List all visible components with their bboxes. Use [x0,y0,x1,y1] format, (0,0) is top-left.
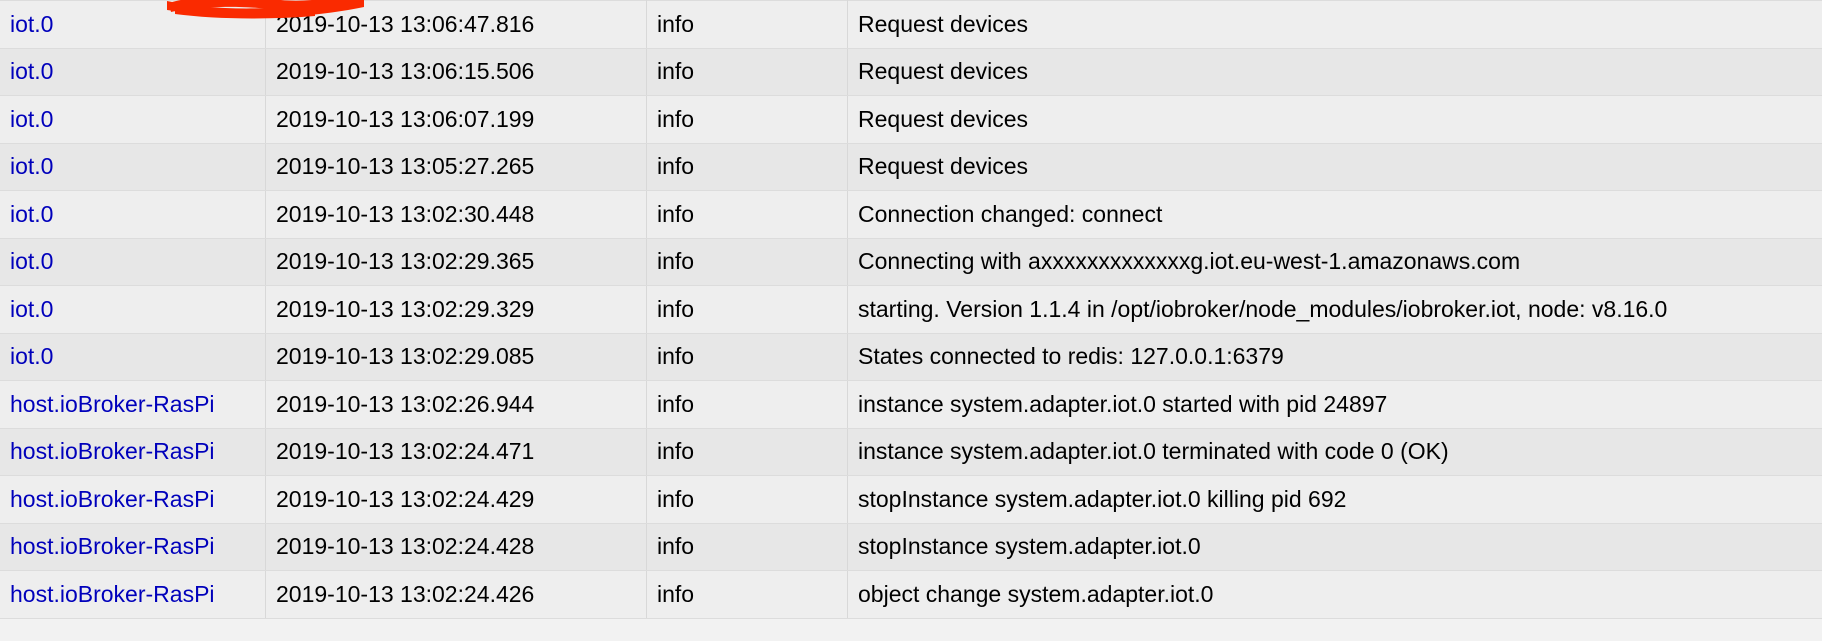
log-source-link[interactable]: iot.0 [10,58,53,84]
table-row[interactable]: iot.0 2019-10-13 13:02:30.448info Connecti… [0,191,1822,239]
log-source-cell: iot.0 [0,286,266,334]
log-source-link[interactable]: host.ioBroker-RasPi [10,533,215,559]
log-message-cell: Request devices [848,48,1822,96]
log-severity-cell: info [647,286,848,334]
log-timestamp-cell: 2019-10-13 13:02:26.944 [266,381,647,429]
log-message-text: instance system.adapter.iot.0 terminated… [858,439,1449,464]
log-message-text: instance system.adapter.iot.0 started wi… [858,392,1387,417]
log-severity-cell: info [647,238,848,286]
table-row[interactable]: host.ioBroker-RasPi 2019-10-13 13:02:24.4… [0,428,1822,476]
log-message-cell: States connected to redis: 127.0.0.1:637… [848,333,1822,381]
log-source-link[interactable]: iot.0 [10,201,53,227]
log-source-link[interactable]: iot.0 [10,11,53,37]
log-severity-cell: info [647,191,848,239]
log-source-cell: iot.0 [0,333,266,381]
log-source-link[interactable]: host.ioBroker-RasPi [10,581,215,607]
log-message-text: Request devices [858,59,1028,84]
log-source-link[interactable]: iot.0 [10,296,53,322]
log-message-cell: Connecting with axxxxxxxxxxxxxg.iot.eu-w… [848,238,1822,286]
log-source-cell: iot.0 [0,48,266,96]
log-message-cell: stopInstance system.adapter.iot.0 killin… [848,476,1822,524]
log-severity-cell: info [647,476,848,524]
log-severity-cell: info [647,523,848,571]
log-table: iot.02019-10-13 13:06:47.816infoRequest … [0,0,1822,619]
log-message-text: stopInstance system.adapter.iot.0 [858,534,1201,559]
log-message-text: object change system.adapter.iot.0 [858,582,1213,607]
log-source-link[interactable]: host.ioBroker-RasPi [10,486,215,512]
log-table-body: iot.02019-10-13 13:06:47.816infoRequest … [0,1,1822,619]
log-message-text: Request devices [858,154,1028,179]
log-source-cell: iot.0 [0,1,266,49]
log-source-link[interactable]: host.ioBroker-RasPi [10,391,215,417]
log-message-text: Connecting with axxxxxxxxxxxxxg.iot.eu-w… [858,249,1520,274]
log-message-text: Request devices [858,12,1028,37]
log-message-cell: stopInstance system.adapter.iot.0 [848,523,1822,571]
log-message-text: States connected to redis: 127.0.0.1:637… [858,344,1284,369]
table-row[interactable]: iot.0 2019-10-13 13:06:07.199info Request … [0,96,1822,144]
log-message-cell: Request devices [848,1,1822,49]
log-message-text: Connection changed: connect [858,202,1162,227]
log-timestamp-cell: 2019-10-13 13:02:24.426 [266,571,647,619]
log-message-cell: instance system.adapter.iot.0 started wi… [848,381,1822,429]
log-timestamp-cell: 2019-10-13 13:06:47.816 [266,1,647,49]
table-row[interactable]: iot.0 2019-10-13 13:05:27.265info Request … [0,143,1822,191]
log-source-link[interactable]: iot.0 [10,153,53,179]
table-row[interactable]: host.ioBroker-RasPi 2019-10-13 13:02:26.9… [0,381,1822,429]
log-source-cell: host.ioBroker-RasPi [0,381,266,429]
log-severity-cell: info [647,96,848,144]
log-message-text: stopInstance system.adapter.iot.0 killin… [858,487,1346,512]
table-row[interactable]: iot.0 2019-10-13 13:02:29.365info Connecti… [0,238,1822,286]
log-source-cell: iot.0 [0,143,266,191]
log-severity-cell: info [647,428,848,476]
log-message-cell: starting. Version 1.1.4 in /opt/iobroker… [848,286,1822,334]
log-source-cell: iot.0 [0,238,266,286]
log-severity-cell: info [647,1,848,49]
log-severity-cell: info [647,48,848,96]
log-message-cell: instance system.adapter.iot.0 terminated… [848,428,1822,476]
log-source-cell: iot.0 [0,96,266,144]
log-message-cell: object change system.adapter.iot.0 [848,571,1822,619]
log-source-link[interactable]: iot.0 [10,343,53,369]
log-message-text: Request devices [858,107,1028,132]
log-source-link[interactable]: host.ioBroker-RasPi [10,438,215,464]
log-timestamp-cell: 2019-10-13 13:02:29.329 [266,286,647,334]
log-severity-cell: info [647,143,848,191]
log-severity-cell: info [647,571,848,619]
log-timestamp-cell: 2019-10-13 13:02:24.428 [266,523,647,571]
table-row[interactable]: host.ioBroker-RasPi 2019-10-13 13:02:24.4… [0,523,1822,571]
log-timestamp-cell: 2019-10-13 13:06:07.199 [266,96,647,144]
log-severity-cell: info [647,381,848,429]
log-message-cell: Connection changed: connect [848,191,1822,239]
table-row[interactable]: iot.0 2019-10-13 13:02:29.085info States c… [0,333,1822,381]
table-row[interactable]: iot.0 2019-10-13 13:06:15.506info Request … [0,48,1822,96]
table-row[interactable]: host.ioBroker-RasPi 2019-10-13 13:02:24.4… [0,571,1822,619]
log-source-cell: host.ioBroker-RasPi [0,476,266,524]
log-timestamp-cell: 2019-10-13 13:02:24.471 [266,428,647,476]
table-row[interactable]: host.ioBroker-RasPi 2019-10-13 13:02:24.4… [0,476,1822,524]
log-message-cell: Request devices [848,96,1822,144]
log-timestamp-cell: 2019-10-13 13:02:29.365 [266,238,647,286]
log-source-cell: host.ioBroker-RasPi [0,428,266,476]
table-row[interactable]: iot.0 2019-10-13 13:02:29.329info starting… [0,286,1822,334]
log-source-cell: iot.0 [0,191,266,239]
log-timestamp-cell: 2019-10-13 13:05:27.265 [266,143,647,191]
log-timestamp-cell: 2019-10-13 13:02:29.085 [266,333,647,381]
log-message-cell: Request devices [848,143,1822,191]
log-timestamp-cell: 2019-10-13 13:02:30.448 [266,191,647,239]
log-severity-cell: info [647,333,848,381]
log-timestamp-cell: 2019-10-13 13:02:24.429 [266,476,647,524]
log-source-link[interactable]: iot.0 [10,248,53,274]
log-source-link[interactable]: iot.0 [10,106,53,132]
log-source-cell: host.ioBroker-RasPi [0,523,266,571]
log-source-cell: host.ioBroker-RasPi [0,571,266,619]
table-row[interactable]: iot.0 2019-10-13 13:06:47.816info Request … [0,1,1822,49]
log-timestamp-cell: 2019-10-13 13:06:15.506 [266,48,647,96]
log-message-text: starting. Version 1.1.4 in /opt/iobroker… [858,297,1667,322]
